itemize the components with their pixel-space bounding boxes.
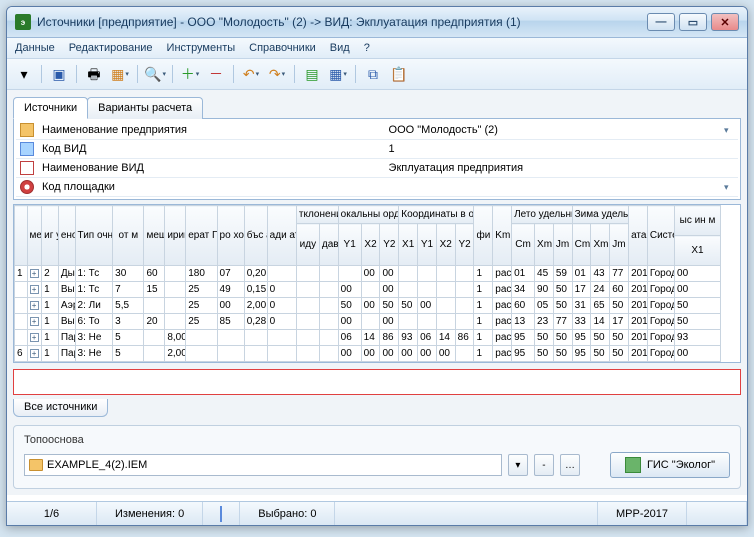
table-row[interactable]: +1Вытяж1: Тс71525490,15000001рас34905017… — [15, 282, 740, 298]
topo-legend: Топооснова — [24, 434, 730, 446]
remove-button[interactable]: － — [205, 63, 227, 85]
undo-button[interactable]: ↶▾ — [240, 63, 262, 85]
prop-row-vidcode: Код ВИД 1 — [16, 140, 738, 159]
app-icon: э — [15, 14, 31, 30]
topo-file-input[interactable]: EXAMPLE_4(2).IEM — [24, 454, 502, 476]
target-icon — [20, 180, 34, 194]
export-dropdown[interactable]: ▦▾ — [109, 63, 131, 85]
maximize-button[interactable]: ▭ — [679, 13, 707, 31]
expand-icon[interactable]: + — [30, 301, 39, 310]
prop-row-company: Наименование предприятия ООО "Молодость"… — [16, 121, 738, 140]
minimize-button[interactable]: — — [647, 13, 675, 31]
menu-help[interactable]: ? — [364, 42, 370, 54]
status-changes: Изменения: 0 — [97, 502, 203, 525]
topo-group: Топооснова EXAMPLE_4(2).IEM ▾ - … ГИС "Э… — [13, 425, 741, 489]
toolbar: ▾ ▣ 🖶 ▦▾ 🔍▾ ＋▾ － ↶▾ ↷▾ ▤ ▦▾ ⧉ 📋 — [7, 59, 747, 90]
chevron-down-icon[interactable]: ▾ — [724, 182, 729, 192]
folder-icon — [20, 123, 34, 137]
doc-icon — [20, 142, 34, 156]
topo-browse-button[interactable]: … — [560, 454, 580, 476]
gis-button[interactable]: ГИС "Эколог" — [610, 452, 730, 478]
folder-icon — [29, 459, 43, 471]
history-dropdown[interactable]: ▾ — [13, 63, 35, 85]
split-band — [13, 369, 741, 395]
prop-row-vidname: Наименование ВИД Экплуатация предприятия — [16, 159, 738, 178]
copy-button[interactable]: ⧉ — [362, 63, 384, 85]
menubar: Данные Редактирование Инструменты Справо… — [7, 38, 747, 59]
tab-sources[interactable]: Источники — [13, 97, 88, 119]
titlebar: э Источники [предприятие] - ООО "Молодос… — [7, 7, 747, 38]
tab-all-sources[interactable]: Все источники — [13, 399, 108, 417]
menu-tools[interactable]: Инструменты — [167, 42, 236, 54]
statusbar: 1/6 Изменения: 0 Выбрано: 0 МРР-2017 — [7, 501, 747, 525]
window-title: Источники [предприятие] - ООО "Молодость… — [37, 15, 647, 29]
print-button[interactable]: 🖶 — [83, 63, 105, 85]
menu-view[interactable]: Вид — [330, 42, 350, 54]
table-row[interactable]: 6+1Парков3: Не52,000000000000001рас95505… — [15, 346, 740, 362]
expand-icon[interactable]: + — [30, 317, 39, 326]
list-icon — [20, 161, 34, 175]
menu-ref[interactable]: Справочники — [249, 42, 316, 54]
table-row[interactable]: +1Вытяж6: То32025850,28000001рас13237733… — [15, 314, 740, 330]
topo-file-name: EXAMPLE_4(2).IEM — [47, 459, 147, 471]
menu-data[interactable]: Данные — [15, 42, 55, 54]
prop-value[interactable]: ООО "Молодость" (2) — [385, 121, 720, 140]
table-row[interactable]: +1Парков3: Не58,00061486930614861рас9550… — [15, 330, 740, 346]
tab-variants[interactable]: Варианты расчета — [87, 97, 203, 119]
main-tabs: Источники Варианты расчета — [13, 96, 741, 118]
expand-icon[interactable]: + — [30, 269, 39, 278]
prop-label: Наименование предприятия — [38, 121, 385, 140]
expand-icon[interactable]: + — [30, 349, 39, 358]
paste-button[interactable]: 📋 — [388, 63, 410, 85]
status-position: 1/6 — [7, 502, 97, 525]
sources-grid[interactable]: ме уч иг уч енова Тип очни от м мещени м… — [13, 204, 741, 363]
topo-clear-button[interactable]: - — [534, 454, 554, 476]
table-dropdown[interactable]: ▦▾ — [327, 63, 349, 85]
add-button[interactable]: ＋▾ — [179, 63, 201, 85]
search-dropdown[interactable]: 🔍▾ — [144, 63, 166, 85]
status-version: МРР-2017 — [598, 502, 687, 525]
gis-icon — [625, 457, 641, 473]
close-button[interactable]: ✕ — [711, 13, 739, 31]
status-selected: Выбрано: 0 — [240, 502, 335, 525]
topo-dropdown-button[interactable]: ▾ — [508, 454, 528, 476]
sheet-icon — [220, 506, 222, 522]
prop-row-sitecode: Код площадки ▾ — [16, 178, 738, 197]
grid-icon[interactable]: ▤ — [301, 63, 323, 85]
redo-button[interactable]: ↷▾ — [266, 63, 288, 85]
table-row[interactable]: +1Аэраци2: Ли5,525002,00050005050001рас6… — [15, 298, 740, 314]
expand-icon[interactable]: + — [30, 333, 39, 342]
expand-icon[interactable]: + — [30, 285, 39, 294]
save-button[interactable]: ▣ — [48, 63, 70, 85]
menu-edit[interactable]: Редактирование — [69, 42, 153, 54]
properties-table: Наименование предприятия ООО "Молодость"… — [16, 121, 738, 197]
table-row[interactable]: 1+2Дымов1: Тс3060180070,2000001рас014559… — [15, 266, 740, 282]
chevron-down-icon[interactable]: ▾ — [724, 125, 729, 135]
